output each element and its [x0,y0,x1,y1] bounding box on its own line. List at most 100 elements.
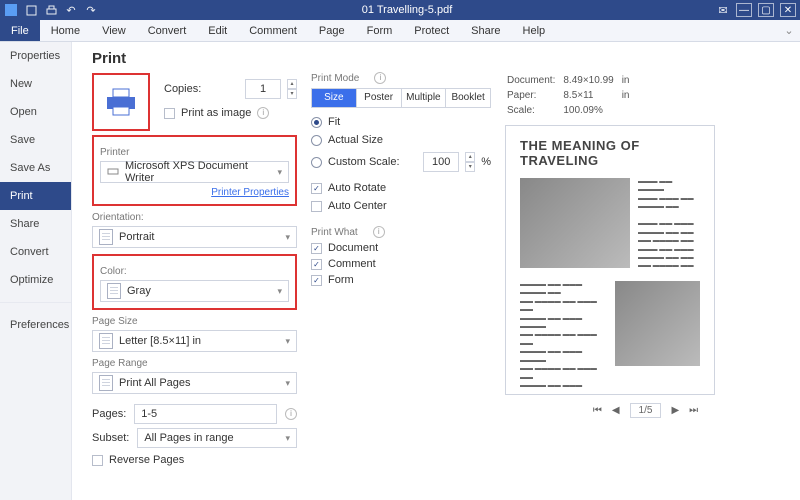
orientation-section-label: Orientation: [92,212,297,223]
sidebar-item-print[interactable]: Print [0,182,71,210]
actual-size-radio[interactable] [311,135,322,146]
copies-stepper[interactable]: ▴▾ [287,79,297,99]
chevron-down-icon: ▾ [285,232,290,243]
save-icon[interactable] [24,3,38,17]
orientation-select[interactable]: Portrait ▾ [92,226,297,248]
custom-scale-input[interactable]: 100 [423,152,459,172]
orientation-value: Portrait [119,231,154,243]
sidebar-item-save-as[interactable]: Save As [0,154,71,182]
tab-home[interactable]: Home [40,20,91,41]
window-title: 01 Travelling-5.pdf [98,4,716,16]
auto-rotate-checkbox[interactable]: ✓ [311,183,322,194]
printer-device-icon [107,166,119,179]
tab-protect[interactable]: Protect [403,20,460,41]
tab-file[interactable]: File [0,20,40,41]
preview-image [615,281,700,366]
reverse-pages-checkbox[interactable] [92,455,103,466]
redo-icon[interactable]: ↷ [84,3,98,17]
preview-heading: THE MEANING OF TRAVELING [520,138,700,168]
page-size-value: Letter [8.5×11] in [119,335,201,347]
chevron-down-icon: ▾ [285,378,290,389]
page-range-select[interactable]: Print All Pages ▾ [92,372,297,394]
sidebar-item-open[interactable]: Open [0,98,71,126]
page-size-select[interactable]: Letter [8.5×11] in ▾ [92,330,297,352]
fit-label: Fit [328,116,340,128]
chevron-down-icon: ▾ [277,286,282,297]
tab-page[interactable]: Page [308,20,356,41]
sidebar-item-optimize[interactable]: Optimize [0,266,71,294]
preview-image [520,178,630,268]
color-value: Gray [127,285,151,297]
ribbon-collapse-icon[interactable]: ⌄ [778,20,800,41]
mode-tab-size[interactable]: Size [312,89,357,107]
close-button[interactable]: ✕ [780,3,796,17]
page-size-section-label: Page Size [92,316,297,327]
prev-page-button[interactable]: ◀ [612,405,620,416]
auto-center-label: Auto Center [328,200,387,212]
sidebar-item-properties[interactable]: Properties [0,42,71,70]
fit-radio[interactable] [311,117,322,128]
highlight-printer-icon [92,73,150,131]
preview-pager: ⏮ ◀ 1/5 ▶ ⏭ [505,403,786,418]
sidebar-item-save[interactable]: Save [0,126,71,154]
subset-select[interactable]: All Pages in range ▾ [137,428,297,448]
info-icon[interactable]: i [373,226,385,238]
tab-form[interactable]: Form [356,20,404,41]
tab-comment[interactable]: Comment [238,20,308,41]
preview-metadata: Document:8.49×10.99in Paper:8.5×11in Sca… [505,72,637,119]
printer-value: Microsoft XPS Document Writer [125,160,271,184]
custom-scale-radio[interactable] [311,157,322,168]
undo-icon[interactable]: ↶ [64,3,78,17]
ribbon-tabs: File Home View Convert Edit Comment Page… [0,20,800,42]
pages-label: Pages: [92,408,126,420]
tab-view[interactable]: View [91,20,137,41]
sidebar-item-new[interactable]: New [0,70,71,98]
sidebar-item-convert[interactable]: Convert [0,238,71,266]
page-icon [99,229,113,245]
sidebar-item-preferences[interactable]: Preferences [0,311,71,339]
printer-properties-link[interactable]: Printer Properties [211,187,289,198]
mode-tab-poster[interactable]: Poster [357,89,402,107]
tab-help[interactable]: Help [512,20,557,41]
auto-center-checkbox[interactable] [311,201,322,212]
info-icon[interactable]: i [257,107,269,119]
page-title: Print [92,50,297,67]
page-number-input[interactable]: 1/5 [630,403,662,418]
color-select[interactable]: Gray ▾ [100,280,289,302]
chevron-down-icon: ▾ [285,433,290,444]
first-page-button[interactable]: ⏮ [593,405,602,416]
minimize-button[interactable]: — [736,3,752,17]
print-mode-tabs: Size Poster Multiple Booklet [311,88,491,108]
custom-scale-label: Custom Scale: [328,156,400,168]
page-icon [107,283,121,299]
reverse-pages-label: Reverse Pages [109,454,184,466]
print-as-image-label: Print as image [181,107,251,119]
pw-document-checkbox[interactable]: ✓ [311,243,322,254]
mail-icon[interactable]: ✉ [716,3,730,17]
sidebar-item-share[interactable]: Share [0,210,71,238]
subset-value: All Pages in range [144,432,233,444]
copies-input[interactable]: 1 [245,79,281,99]
tab-convert[interactable]: Convert [137,20,198,41]
pages-input[interactable]: 1-5 [134,404,277,424]
mode-tab-multiple[interactable]: Multiple [402,89,447,107]
custom-scale-stepper[interactable]: ▴▾ [465,152,475,172]
info-icon[interactable]: i [374,72,386,84]
maximize-button[interactable]: ▢ [758,3,774,17]
tab-share[interactable]: Share [460,20,511,41]
printer-select[interactable]: Microsoft XPS Document Writer ▾ [100,161,289,183]
tab-edit[interactable]: Edit [197,20,238,41]
pw-form-label: Form [328,274,354,286]
pw-form-checkbox[interactable]: ✓ [311,275,322,286]
subset-label: Subset: [92,432,129,444]
last-page-button[interactable]: ⏭ [689,405,698,416]
mode-tab-booklet[interactable]: Booklet [446,89,490,107]
print-as-image-checkbox[interactable] [164,108,175,119]
pw-comment-checkbox[interactable]: ✓ [311,259,322,270]
info-icon[interactable]: i [285,408,297,420]
print-icon[interactable] [44,3,58,17]
pages-value: 1-5 [141,408,157,420]
next-page-button[interactable]: ▶ [671,405,679,416]
app-logo-icon [4,3,18,17]
highlight-color-section: Color: Gray ▾ [92,254,297,310]
